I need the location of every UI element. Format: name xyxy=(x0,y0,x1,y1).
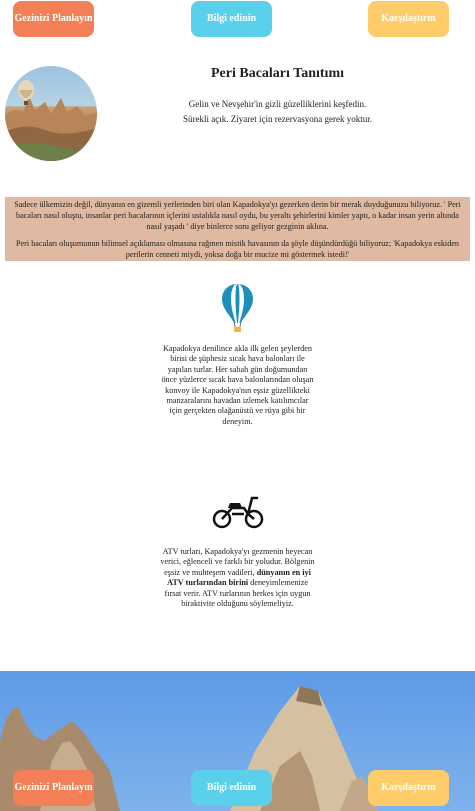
cappadocia-photo-illustration xyxy=(5,80,97,161)
subtitle-line-1: Gelin ve Nevşehir'in gizli güzelliklerin… xyxy=(188,99,367,109)
plan-trip-button[interactable]: Gezinizi Planlayın xyxy=(13,1,94,37)
get-info-button[interactable]: Bilgi edinin xyxy=(191,1,272,37)
subtitle-line-2: Sürekli açık. Ziyaret için rezervasyona … xyxy=(183,114,372,124)
motorbike-icon xyxy=(212,496,264,529)
atv-tour-text: ATV turları, Kapadokya'yı gezmenin heyec… xyxy=(160,547,315,609)
page-subtitle: Gelin ve Nevşehir'in gizli güzelliklerin… xyxy=(120,97,435,127)
balloon-tour-text: Kapadokya denilince akla ilk gelen şeyle… xyxy=(161,344,314,426)
plan-trip-button-bottom[interactable]: Gezinizi Planlayın xyxy=(13,770,94,806)
cappadocia-round-photo xyxy=(5,66,97,161)
intro-paragraph-1: Sadece ülkemizin değil, dünyanın en gize… xyxy=(14,200,461,231)
compare-button[interactable]: Karşılaştırın xyxy=(368,1,449,37)
intro-section: Sadece ülkemizin değil, dünyanın en gize… xyxy=(5,197,470,261)
page-title: Peri Bacaları Tanıtımı xyxy=(211,66,344,81)
hot-air-balloon-icon xyxy=(222,284,253,332)
intro-paragraph-2: Peri bacaları oluşumunun bilimsel açıkla… xyxy=(15,239,460,259)
get-info-button-bottom[interactable]: Bilgi edinin xyxy=(191,770,272,806)
compare-button-bottom[interactable]: Karşılaştırın xyxy=(368,770,449,806)
